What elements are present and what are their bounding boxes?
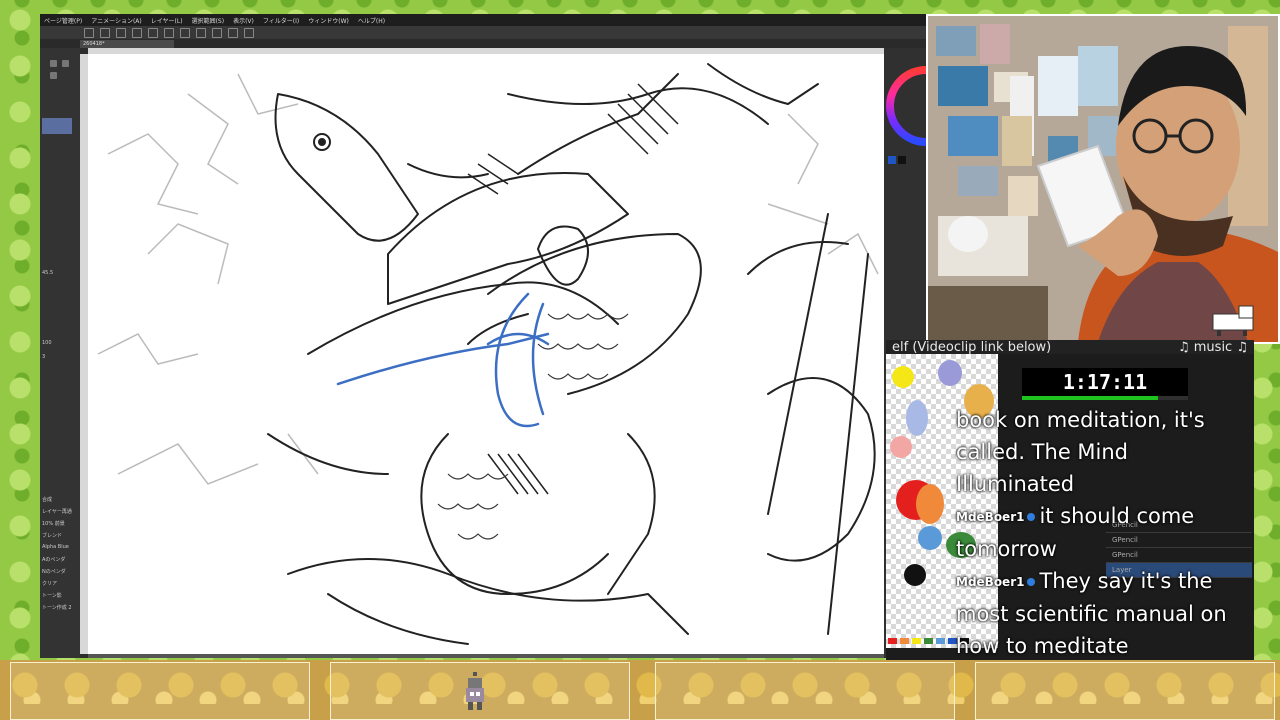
transform-icon[interactable] [196, 27, 206, 38]
command-bar [40, 26, 926, 39]
new-file-icon[interactable] [84, 27, 94, 38]
timer-progress-bar [1022, 396, 1188, 400]
stabilizer-value[interactable]: 3 [42, 354, 76, 361]
music-label: ♫ music ♫ [1177, 340, 1248, 355]
sketch-artwork [97, 63, 879, 645]
layer-row[interactable]: Aのペンダ [42, 556, 76, 563]
selected-tool-highlight[interactable] [42, 118, 72, 134]
clear-icon[interactable] [164, 27, 174, 38]
open-file-icon[interactable] [100, 27, 110, 38]
tool-property-panel: 45.5 100 3 合成 レイヤー再通 10% 前景 ブレンド Alpha B… [40, 48, 80, 658]
menu-bar: ページ管理(P) アニメーション(A) レイヤー(L) 選択範囲(S) 表示(V… [40, 14, 926, 26]
palette-swatch[interactable] [938, 360, 962, 386]
fill-icon[interactable] [180, 27, 190, 38]
chat-text: book on meditation, it's called. The Min… [956, 408, 1205, 496]
ticker-text: elf (Videoclip link below) [892, 340, 1052, 355]
zoom-value[interactable]: 45.5 [42, 270, 76, 277]
menu-item[interactable]: フィルター(I) [263, 16, 299, 25]
horizontal-scrollbar[interactable] [88, 654, 884, 658]
user-badge-icon [1027, 513, 1036, 521]
strip-swatch[interactable] [888, 638, 897, 644]
bottom-slot-1 [10, 662, 310, 720]
layer-row[interactable]: トーン影 [42, 592, 76, 599]
layer-row[interactable]: レイヤー再通 [42, 508, 76, 515]
layer-row[interactable]: トーン作成 2 [42, 604, 76, 611]
pen-icon[interactable] [228, 27, 238, 38]
menu-item[interactable]: ウィンドウ(W) [308, 16, 349, 25]
color-wheel-icon[interactable] [884, 48, 966, 168]
save-icon[interactable] [116, 27, 126, 38]
chat-message-list: book on meditation, it's called. The Min… [956, 404, 1252, 660]
webcam-feed [926, 14, 1280, 344]
document-tab-bar: 260418* [40, 39, 926, 48]
pixel-sprite-icon [466, 672, 484, 710]
palette-swatch[interactable] [904, 564, 926, 586]
stream-timer: 1:17:11 [1022, 368, 1188, 396]
document-tab[interactable]: 260418* [80, 40, 174, 48]
palette-swatch[interactable] [918, 526, 942, 550]
ruler-vertical [80, 54, 88, 654]
drawing-app-window: ページ管理(P) アニメーション(A) レイヤー(L) 選択範囲(S) 表示(V… [40, 14, 966, 658]
layer-row[interactable]: クリア [42, 580, 76, 587]
brush-icon[interactable] [50, 60, 57, 67]
timer-progress-fill [1022, 396, 1159, 400]
chat-message: book on meditation, it's called. The Min… [956, 404, 1252, 500]
palette-swatch[interactable] [916, 484, 944, 524]
menu-item[interactable]: 表示(V) [233, 16, 254, 25]
chat-message: MdeBoer1 it should come tomorrow [956, 500, 1252, 565]
ruler-icon[interactable] [244, 27, 254, 38]
scrolling-ticker: elf (Videoclip link below) ♫ music ♫ [886, 340, 1254, 355]
layer-row[interactable]: 合成 [42, 496, 76, 503]
undo-icon[interactable] [132, 27, 142, 38]
bottom-slot-4 [975, 662, 1275, 720]
user-badge-icon [1027, 578, 1036, 586]
menu-item[interactable]: レイヤー(L) [151, 16, 183, 25]
pencil-icon[interactable] [50, 72, 57, 79]
menu-item[interactable]: ヘルプ(H) [358, 16, 385, 25]
strip-swatch[interactable] [936, 638, 945, 644]
eraser-icon[interactable] [62, 60, 69, 67]
palette-swatch[interactable] [892, 366, 914, 388]
layer-row[interactable]: ブレンド [42, 532, 76, 539]
menu-item[interactable]: 選択範囲(S) [192, 16, 225, 25]
menu-item[interactable]: ページ管理(P) [44, 16, 82, 25]
strip-swatch[interactable] [924, 638, 933, 644]
layer-row[interactable]: Alpha Blue [42, 544, 76, 551]
layer-row[interactable]: 10% 前景 [42, 520, 76, 527]
palette-swatch[interactable] [890, 436, 912, 458]
drawing-canvas[interactable] [88, 54, 884, 654]
size-value[interactable]: 100 [42, 340, 76, 347]
chat-message: MdeBoer1 They say it's the most scientifi… [956, 565, 1252, 660]
webcam-image [928, 16, 1278, 342]
layer-row[interactable]: Nのペンダ [42, 568, 76, 575]
bottom-slot-3 [655, 662, 955, 720]
redo-icon[interactable] [148, 27, 158, 38]
palette-swatch[interactable] [906, 400, 928, 436]
chat-username: MdeBoer1 [956, 575, 1025, 589]
chat-overlay: elf (Videoclip link below) ♫ music ♫ GPe… [886, 340, 1254, 660]
selection-icon[interactable] [212, 27, 222, 38]
chat-username: MdeBoer1 [956, 510, 1025, 524]
strip-swatch[interactable] [900, 638, 909, 644]
menu-item[interactable]: アニメーション(A) [91, 16, 142, 25]
strip-swatch[interactable] [912, 638, 921, 644]
